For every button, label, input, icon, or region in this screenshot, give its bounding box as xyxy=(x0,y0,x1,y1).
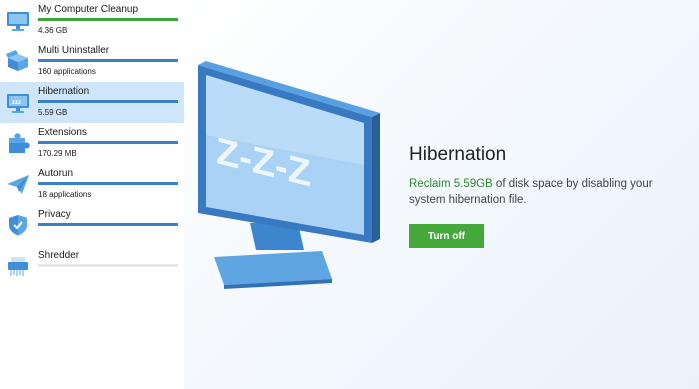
sidebar-item-label: Hibernation xyxy=(38,86,90,97)
sidebar-item-autorun[interactable]: Autorun 18 applications xyxy=(0,164,184,205)
description: Reclaim 5.59GB of disk space by disablin… xyxy=(409,176,654,208)
paper-plane-icon xyxy=(7,175,29,194)
sidebar-item-label: Privacy xyxy=(38,209,71,220)
sidebar-item-value: 4.36 GB xyxy=(38,26,68,35)
sidebar-item-label: My Computer Cleanup xyxy=(38,4,139,15)
sidebar-item-label: Shredder xyxy=(38,250,80,261)
progress-bar xyxy=(38,59,178,62)
progress-fill xyxy=(38,182,178,185)
progress-bar xyxy=(38,141,178,144)
computer-icon xyxy=(7,12,29,31)
shield-icon xyxy=(9,215,27,236)
progress-fill xyxy=(38,100,178,103)
sidebar-item-multi-uninstaller[interactable]: Multi Uninstaller 160 applications xyxy=(0,41,184,82)
sidebar-item-value: 160 applications xyxy=(38,67,96,76)
progress-bar xyxy=(38,100,178,103)
box-icon xyxy=(6,50,28,71)
sidebar-item-value: 5.59 GB xyxy=(38,108,68,117)
sidebar: My Computer Cleanup 4.36 GB Multi Uninst… xyxy=(0,0,184,389)
progress-fill xyxy=(38,59,178,62)
progress-bar xyxy=(38,223,178,226)
shredder-icon xyxy=(8,257,28,276)
progress-bar xyxy=(38,182,178,185)
sidebar-item-value: 18 applications xyxy=(38,190,92,199)
sidebar-item-my-computer-cleanup[interactable]: My Computer Cleanup 4.36 GB xyxy=(0,0,184,41)
sleeping-monitor-icon: Z-Z-Z xyxy=(198,61,380,289)
sidebar-item-privacy[interactable]: Privacy xyxy=(0,205,184,246)
svg-text:zzz: zzz xyxy=(12,100,21,106)
progress-fill xyxy=(38,18,178,21)
sidebar-item-value: 170.29 MB xyxy=(38,149,77,158)
sidebar-item-label: Multi Uninstaller xyxy=(38,45,110,56)
highlight-text: Reclaim 5.59GB xyxy=(409,178,493,190)
progress-bar xyxy=(38,18,178,21)
progress-bar xyxy=(38,264,178,267)
puzzle-icon xyxy=(9,133,30,153)
sidebar-item-extensions[interactable]: Extensions 170.29 MB xyxy=(0,123,184,164)
turn-off-button[interactable]: Turn off xyxy=(409,224,484,248)
sidebar-item-label: Extensions xyxy=(38,127,87,138)
progress-fill xyxy=(38,223,178,226)
hibernation-monitor-icon: zzz xyxy=(7,94,29,113)
sidebar-item-hibernation[interactable]: zzz Hibernation 5.59 GB xyxy=(0,82,184,123)
sidebar-item-shredder[interactable]: Shredder xyxy=(0,246,184,287)
progress-fill xyxy=(38,141,178,144)
sidebar-item-label: Autorun xyxy=(38,168,74,179)
page-title: Hibernation xyxy=(409,144,507,165)
main-panel: Z-Z-Z Hibernation Reclaim 5.59GB of disk… xyxy=(184,0,699,389)
